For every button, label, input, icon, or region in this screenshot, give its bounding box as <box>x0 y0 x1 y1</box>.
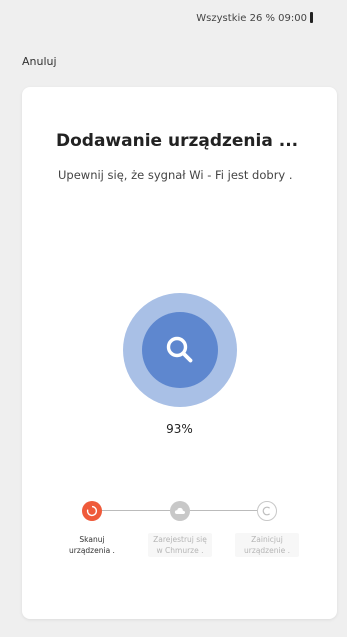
step-connector-1 <box>102 510 170 511</box>
step-init-indicator <box>257 501 277 521</box>
cancel-button[interactable]: Anuluj <box>22 55 57 68</box>
step-label-cloud: Zarejestruj się w Chmurze . <box>148 533 212 557</box>
wifi-hint-text: Upewnij się, że sygnał Wi - Fi jest dobr… <box>58 168 293 182</box>
battery-icon <box>310 12 313 23</box>
page-title: Dodawanie urządzenia ... <box>56 131 299 151</box>
add-device-card: Dodawanie urządzenia ... Upewnij się, że… <box>22 87 337 619</box>
step-cloud-indicator <box>170 501 190 521</box>
step-label-scan: Skanuj urządzenia . <box>69 535 115 555</box>
status-text: Wszystkie 26 % 09:00 <box>196 13 307 24</box>
step-label-init: Zainicjuj urządzenie . <box>235 533 299 557</box>
scan-circle <box>142 312 218 388</box>
scan-refresh-icon <box>86 505 98 517</box>
step-connector-2 <box>190 510 257 511</box>
search-icon <box>166 336 193 363</box>
cloud-icon <box>174 507 186 514</box>
step-scan-indicator <box>82 501 102 521</box>
progress-percent: 93% <box>166 422 193 436</box>
status-bar: Wszystkie 26 % 09:00 <box>0 0 347 40</box>
init-icon <box>262 506 271 516</box>
